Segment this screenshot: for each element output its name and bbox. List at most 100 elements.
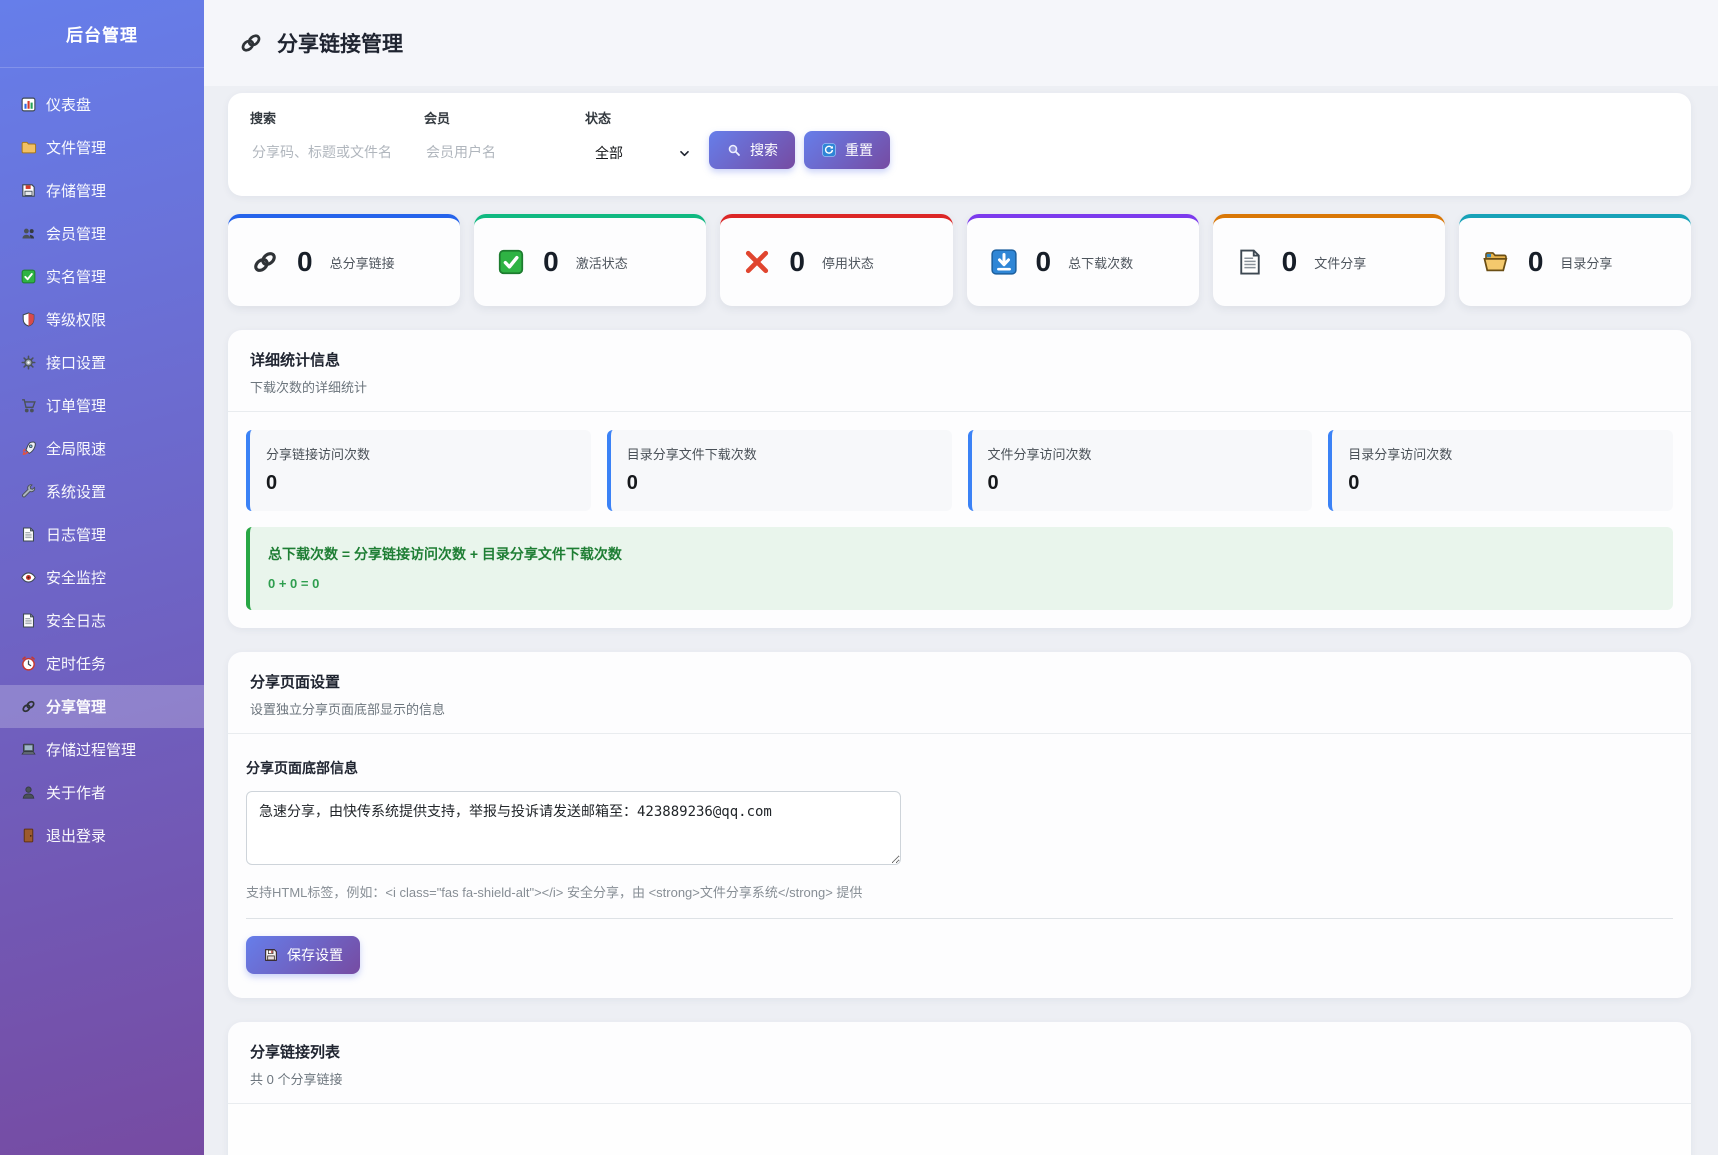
sidebar-item-shield[interactable]: 等级权限	[0, 298, 204, 341]
stat-value: 0	[789, 246, 805, 278]
member-input[interactable]	[424, 138, 585, 166]
formula-title: 总下载次数 = 分享链接访问次数 + 目录分享文件下载次数	[268, 544, 1655, 564]
stat-value: 0	[297, 246, 313, 278]
alarm-clock-icon	[20, 655, 37, 672]
sidebar-item-label: 安全日志	[46, 610, 106, 631]
sidebar-item-document[interactable]: 日志管理	[0, 513, 204, 556]
stat-card: 0总下载次数	[967, 214, 1199, 306]
detail-stat-label: 目录分享访问次数	[1348, 444, 1657, 463]
sidebar-item-label: 日志管理	[46, 524, 106, 545]
stat-cards-row: 0总分享链接0激活状态0停用状态0总下载次数0文件分享0目录分享	[228, 214, 1691, 306]
sidebar-item-dashboard[interactable]: 仪表盘	[0, 83, 204, 126]
share-page-settings-title: 分享页面设置	[250, 671, 1669, 692]
sidebar-item-link[interactable]: 分享管理	[0, 685, 204, 728]
stat-label: 总分享链接	[330, 253, 395, 272]
detail-stat-box: 目录分享访问次数 0	[1328, 430, 1673, 511]
stat-card: 0 激活状态	[474, 214, 706, 306]
sidebar: 后台管理 仪表盘文件管理存储管理会员管理实名管理等级权限接口设置订单管理全局限速…	[0, 0, 204, 1155]
sidebar-item-check-square[interactable]: 实名管理	[0, 255, 204, 298]
share-page-settings-body: 分享页面底部信息 急速分享，由快传系统提供支持，举报与投诉请发送邮箱至：4238…	[228, 734, 1691, 998]
filter-buttons: 搜索 重置	[709, 131, 890, 169]
search-input[interactable]	[250, 138, 424, 166]
stat-label: 文件分享	[1314, 253, 1366, 272]
sidebar-item-document[interactable]: 安全日志	[0, 599, 204, 642]
save-icon	[263, 947, 279, 963]
chevron-down-icon	[678, 147, 691, 160]
dashboard-icon	[20, 96, 37, 113]
share-list-body	[228, 1104, 1691, 1155]
status-label: 状态	[585, 108, 695, 127]
link-icon	[250, 247, 280, 277]
stat-value: 0	[1282, 246, 1298, 278]
gear-icon	[20, 354, 37, 371]
sidebar-item-cart[interactable]: 订单管理	[0, 384, 204, 427]
stat-value: 0	[543, 246, 559, 278]
sidebar-item-eye[interactable]: 安全监控	[0, 556, 204, 599]
sidebar-item-users[interactable]: 会员管理	[0, 212, 204, 255]
detail-stat-value: 0	[266, 472, 575, 495]
sidebar-item-alarm-clock[interactable]: 定时任务	[0, 642, 204, 685]
sidebar-item-laptop[interactable]: 存储过程管理	[0, 728, 204, 771]
status-select[interactable]: 全部	[585, 138, 695, 168]
detail-stats-grid: 分享链接访问次数0目录分享文件下载次数0文件分享访问次数0目录分享访问次数0	[246, 430, 1673, 511]
floppy-icon	[20, 182, 37, 199]
link-icon	[238, 30, 264, 56]
sidebar-item-label: 分享管理	[46, 696, 106, 717]
share-list-card: 分享链接列表 共 0 个分享链接	[228, 1022, 1691, 1155]
sidebar-item-label: 仪表盘	[46, 94, 91, 115]
main-area: 分享链接管理 搜索 会员 状态 全部	[204, 0, 1718, 1155]
search-button[interactable]: 搜索	[709, 131, 795, 169]
sidebar-item-label: 系统设置	[46, 481, 106, 502]
sidebar-item-folder[interactable]: 文件管理	[0, 126, 204, 169]
sidebar-item-label: 接口设置	[46, 352, 106, 373]
sidebar-item-gear[interactable]: 接口设置	[0, 341, 204, 384]
sidebar-item-rocket[interactable]: 全局限速	[0, 427, 204, 470]
check-square-icon	[20, 268, 37, 285]
save-settings-button[interactable]: 保存设置	[246, 936, 360, 974]
folder-icon	[20, 139, 37, 156]
stat-label: 激活状态	[576, 253, 628, 272]
stat-card: 0目录分享	[1459, 214, 1691, 306]
document-icon	[20, 526, 37, 543]
sidebar-item-label: 文件管理	[46, 137, 106, 158]
laptop-icon	[20, 741, 37, 758]
status-select-value: 全部	[595, 143, 623, 163]
sidebar-item-label: 退出登录	[46, 825, 106, 846]
sidebar-item-person[interactable]: 关于作者	[0, 771, 204, 814]
stat-label: 总下载次数	[1068, 253, 1133, 272]
stat-value: 0	[1528, 246, 1544, 278]
app-root: 后台管理 仪表盘文件管理存储管理会员管理实名管理等级权限接口设置订单管理全局限速…	[0, 0, 1718, 1155]
sidebar-item-label: 安全监控	[46, 567, 106, 588]
stat-card: 0 总分享链接	[228, 214, 460, 306]
detail-stat-label: 分享链接访问次数	[266, 444, 575, 463]
door-icon	[20, 827, 37, 844]
detail-stats-title: 详细统计信息	[250, 349, 1669, 370]
sidebar-menu: 仪表盘文件管理存储管理会员管理实名管理等级权限接口设置订单管理全局限速系统设置日…	[0, 68, 204, 857]
detail-stat-box: 分享链接访问次数 0	[246, 430, 591, 511]
sidebar-item-floppy[interactable]: 存储管理	[0, 169, 204, 212]
reset-button[interactable]: 重置	[804, 131, 890, 169]
share-page-settings-header: 分享页面设置 设置独立分享页面底部显示的信息	[228, 652, 1691, 734]
search-field-group: 搜索	[250, 108, 424, 166]
member-label: 会员	[424, 108, 585, 127]
sidebar-item-door[interactable]: 退出登录	[0, 814, 204, 857]
save-row: 保存设置	[246, 936, 1673, 980]
sidebar-item-label: 等级权限	[46, 309, 106, 330]
folder-open-icon	[1481, 247, 1511, 277]
share-list-title: 分享链接列表	[250, 1041, 1669, 1062]
detail-stats-body: 分享链接访问次数0目录分享文件下载次数0文件分享访问次数0目录分享访问次数0 总…	[228, 412, 1691, 628]
member-field-group: 会员	[424, 108, 585, 166]
app-title: 后台管理	[0, 0, 204, 68]
sidebar-item-label: 存储管理	[46, 180, 106, 201]
footer-info-textarea[interactable]: 急速分享，由快传系统提供支持，举报与投诉请发送邮箱至：423889236@qq.…	[246, 791, 901, 865]
search-icon	[726, 142, 742, 158]
link-icon	[20, 698, 37, 715]
footer-info-label: 分享页面底部信息	[246, 758, 1673, 778]
detail-stat-value: 0	[1348, 472, 1657, 495]
sidebar-item-label: 订单管理	[46, 395, 106, 416]
formula-box: 总下载次数 = 分享链接访问次数 + 目录分享文件下载次数 0 + 0 = 0	[246, 527, 1673, 610]
detail-stat-value: 0	[627, 472, 936, 495]
sidebar-item-wrench[interactable]: 系统设置	[0, 470, 204, 513]
html-tags-hint: 支持HTML标签，例如：<i class="fas fa-shield-alt"…	[246, 882, 1673, 901]
sidebar-item-label: 会员管理	[46, 223, 106, 244]
